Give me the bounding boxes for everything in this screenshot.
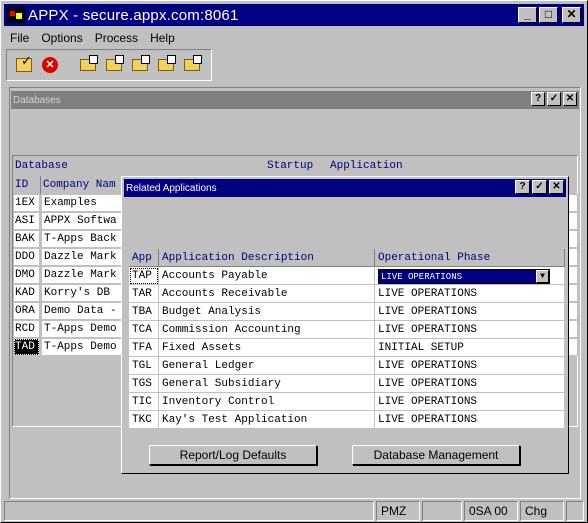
phase-dropdown[interactable]: LIVE OPERATIONS ▼ <box>378 269 550 284</box>
toolbar: ✕ <box>6 49 212 81</box>
maximize-button[interactable]: □ <box>539 7 558 23</box>
resize-grip-icon[interactable] <box>566 501 584 521</box>
menu-file[interactable]: File <box>4 31 35 45</box>
open-folder-icon[interactable] <box>103 54 125 76</box>
new-folder-icon[interactable] <box>77 54 99 76</box>
application-row[interactable]: TFA Fixed Assets INITIAL SETUP <box>125 339 565 357</box>
startup-header-label: Startup <box>267 160 314 172</box>
checkmark-folder-icon[interactable] <box>13 53 35 76</box>
databases-close-button[interactable]: ✕ <box>563 92 577 106</box>
databases-ok-button[interactable]: ✓ <box>547 92 561 106</box>
status-bar: PMZ 0SA 00 Chg <box>4 501 584 521</box>
chevron-down-icon[interactable]: ▼ <box>536 270 549 283</box>
col-app-header: App <box>129 249 159 267</box>
related-ok-button[interactable]: ✓ <box>532 180 547 194</box>
database-header-label: Database <box>15 160 68 172</box>
edit-folder-icon[interactable] <box>181 54 203 76</box>
menu-process[interactable]: Process <box>89 31 144 45</box>
title-bar: APPX - secure.appx.com:8061 _ □ ✕ <box>4 4 584 26</box>
status-mode: Chg <box>520 501 564 521</box>
window-title: APPX - secure.appx.com:8061 <box>28 6 239 24</box>
application-row[interactable]: TAR Accounts Receivable LIVE OPERATIONS <box>125 285 565 303</box>
related-applications-title-bar: Related Applications ? ✓ ✕ <box>124 179 566 197</box>
application-row[interactable]: TBA Budget Analysis LIVE OPERATIONS <box>125 303 565 321</box>
menu-bar: File Options Process Help <box>4 28 584 48</box>
application-row[interactable]: TAP Accounts Payable LIVE OPERATIONS ▼ <box>125 267 565 285</box>
report-log-defaults-button[interactable]: Report/Log Defaults <box>149 445 317 465</box>
applications-grid: App Application Description Operational … <box>125 249 565 431</box>
databases-title-bar: Databases ? ✓ ✕ <box>11 91 579 109</box>
status-process: 0SA 00 <box>464 501 518 521</box>
col-description-header: Application Description <box>159 249 375 267</box>
stop-icon[interactable]: ✕ <box>39 54 61 76</box>
related-applications-dialog: Related Applications ? ✓ ✕ App Applicati… <box>121 176 569 474</box>
search-folder-icon[interactable] <box>129 54 151 76</box>
application-row[interactable]: TCA Commission Accounting LIVE OPERATIONS <box>125 321 565 339</box>
application-row[interactable]: TIC Inventory Control LIVE OPERATIONS <box>125 393 565 411</box>
application-row[interactable]: TGS General Subsidiary LIVE OPERATIONS <box>125 375 565 393</box>
close-button[interactable]: ✕ <box>562 7 581 23</box>
related-applications-title: Related Applications <box>126 182 217 194</box>
minimize-button[interactable]: _ <box>518 7 537 23</box>
col-phase-header: Operational Phase <box>375 249 565 267</box>
app-window: APPX - secure.appx.com:8061 _ □ ✕ File O… <box>0 0 588 523</box>
appx-logo-icon <box>7 7 25 23</box>
related-close-button[interactable]: ✕ <box>549 180 564 194</box>
status-blank <box>422 501 462 521</box>
status-message <box>4 501 374 521</box>
status-user: PMZ <box>376 501 420 521</box>
databases-help-button[interactable]: ? <box>531 92 545 106</box>
col-id-header: ID <box>13 176 41 194</box>
database-management-button[interactable]: Database Management <box>352 445 520 465</box>
application-row[interactable]: TKC Kay's Test Application LIVE OPERATIONS <box>125 411 565 429</box>
related-help-button[interactable]: ? <box>515 180 530 194</box>
menu-options[interactable]: Options <box>35 31 88 45</box>
application-row[interactable]: TGL General Ledger LIVE OPERATIONS <box>125 357 565 375</box>
col-company-header: Company Nam <box>41 176 125 194</box>
databases-title: Databases <box>13 94 61 106</box>
remove-folder-icon[interactable] <box>155 54 177 76</box>
menu-help[interactable]: Help <box>144 31 181 45</box>
databases-header: Database Startup Application <box>13 160 577 176</box>
application-header-label: Application <box>330 160 403 172</box>
